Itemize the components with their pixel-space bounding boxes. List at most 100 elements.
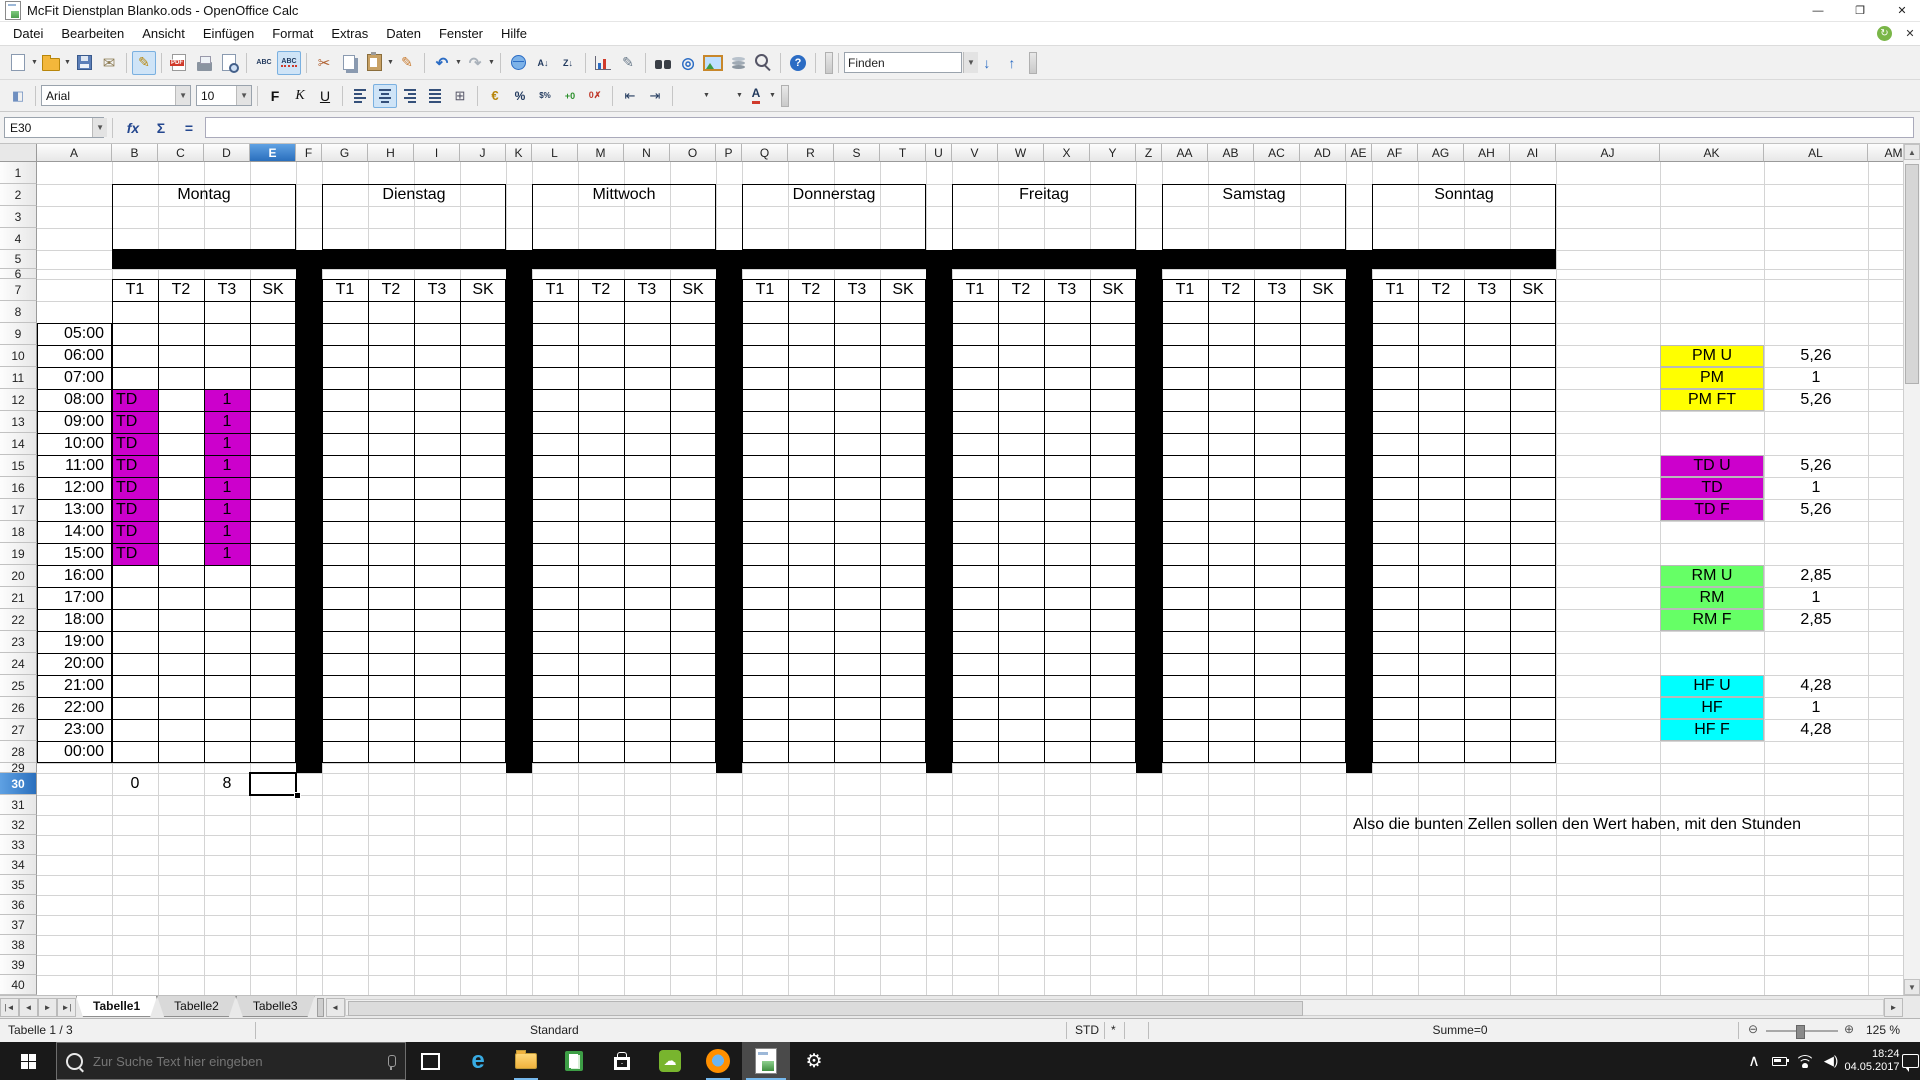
paste-icon[interactable] <box>362 51 386 75</box>
cell-AL16[interactable]: 1 <box>1764 477 1868 499</box>
cell-AL26[interactable]: 1 <box>1764 697 1868 719</box>
cell-A13[interactable]: 09:00 <box>37 411 104 433</box>
row-header-21[interactable]: 21 <box>0 587 37 609</box>
align-right-icon[interactable] <box>398 84 422 108</box>
column-header-AK[interactable]: AK <box>1660 144 1764 162</box>
row-header-1[interactable]: 1 <box>0 162 37 184</box>
store-button[interactable] <box>598 1042 646 1080</box>
column-header-AG[interactable]: AG <box>1418 144 1464 162</box>
row-header-29[interactable]: 29 <box>0 763 37 773</box>
row-header-3[interactable]: 3 <box>0 206 37 228</box>
zoom-slider-thumb[interactable] <box>1796 1025 1805 1039</box>
action-center-button[interactable] <box>1900 1042 1920 1080</box>
open-icon[interactable] <box>39 51 63 75</box>
row-header-13[interactable]: 13 <box>0 411 37 433</box>
column-header-J[interactable]: J <box>460 144 506 162</box>
cell-A24[interactable]: 20:00 <box>37 653 104 675</box>
sheet-tab-tabelle2[interactable]: Tabelle2 <box>157 996 236 1017</box>
merge-cells-icon[interactable]: ⊞ <box>448 84 472 108</box>
wifi-tray[interactable] <box>1792 1042 1818 1080</box>
cloud-app-button[interactable]: ☁ <box>646 1042 694 1080</box>
cell-A25[interactable]: 21:00 <box>37 675 104 697</box>
menu-item-fenster[interactable]: Fenster <box>430 23 492 44</box>
menu-item-einfügen[interactable]: Einfügen <box>194 23 263 44</box>
horizontal-scrollbar[interactable] <box>345 999 1884 1016</box>
menu-item-ansicht[interactable]: Ansicht <box>133 23 194 44</box>
styles-window-icon[interactable]: ◧ <box>6 84 30 108</box>
column-header-O[interactable]: O <box>670 144 716 162</box>
cell-D17[interactable]: 1 <box>204 499 250 521</box>
column-header-E[interactable]: E <box>250 144 296 162</box>
cell-B13[interactable]: TD <box>116 411 156 433</box>
search-input[interactable] <box>91 1053 380 1070</box>
help-icon[interactable]: ? <box>786 51 810 75</box>
row-header-25[interactable]: 25 <box>0 675 37 697</box>
new-document-icon[interactable] <box>6 51 30 75</box>
find-input[interactable] <box>844 52 962 73</box>
column-header-AH[interactable]: AH <box>1464 144 1510 162</box>
copy-icon[interactable] <box>337 51 361 75</box>
cut-icon[interactable]: ✂ <box>312 51 336 75</box>
font-name-select[interactable]: Arial ▼ <box>41 85 191 106</box>
row-header-9[interactable]: 9 <box>0 323 37 345</box>
column-header-AL[interactable]: AL <box>1764 144 1868 162</box>
menu-item-bearbeiten[interactable]: Bearbeiten <box>52 23 133 44</box>
volume-tray[interactable]: ◀) <box>1818 1042 1844 1080</box>
page-style[interactable]: Standard <box>530 1023 579 1037</box>
cell-AL22[interactable]: 2,85 <box>1764 609 1868 631</box>
sheet-tab-tabelle3[interactable]: Tabelle3 <box>236 996 315 1017</box>
row-header-16[interactable]: 16 <box>0 477 37 499</box>
selected-cell-E30[interactable] <box>249 772 297 796</box>
last-sheet-icon[interactable]: ►| <box>57 998 76 1017</box>
cell-D14[interactable]: 1 <box>204 433 250 455</box>
zoom-out-icon[interactable]: ⊖ <box>1748 1022 1758 1036</box>
cell-A12[interactable]: 08:00 <box>37 389 104 411</box>
vertical-scroll-thumb[interactable] <box>1905 164 1919 384</box>
column-header-C[interactable]: C <box>158 144 204 162</box>
row-header-37[interactable]: 37 <box>0 915 37 935</box>
currency-icon[interactable]: € <box>483 84 507 108</box>
scroll-up-icon[interactable]: ▲ <box>1904 144 1920 160</box>
cell-AL12[interactable]: 5,26 <box>1764 389 1868 411</box>
menu-item-format[interactable]: Format <box>263 23 322 44</box>
send-email-icon[interactable]: ✉ <box>97 51 121 75</box>
insert-chart-icon[interactable] <box>591 51 615 75</box>
delete-decimal-icon[interactable]: 0✗ <box>583 84 607 108</box>
zoom-in-icon[interactable]: ⊕ <box>1844 1022 1854 1036</box>
data-sources-icon[interactable] <box>726 51 750 75</box>
save-icon[interactable] <box>72 51 96 75</box>
start-button[interactable] <box>0 1042 56 1080</box>
clock-tray[interactable]: 18:24 04.05.2017 <box>1844 1042 1900 1080</box>
tab-splitter[interactable] <box>317 998 324 1017</box>
row-header-10[interactable]: 10 <box>0 345 37 367</box>
cell-A14[interactable]: 10:00 <box>37 433 104 455</box>
cell-A9[interactable]: 05:00 <box>37 323 104 345</box>
column-header-S[interactable]: S <box>834 144 880 162</box>
microphone-icon[interactable] <box>388 1055 396 1067</box>
row-header-31[interactable]: 31 <box>0 795 37 815</box>
cell-B12[interactable]: TD <box>116 389 156 411</box>
row-header-23[interactable]: 23 <box>0 631 37 653</box>
page-preview-icon[interactable] <box>217 51 241 75</box>
green-book-app-button[interactable] <box>550 1042 598 1080</box>
cell-AK12[interactable]: PM FT <box>1660 389 1764 411</box>
cell-A26[interactable]: 22:00 <box>37 697 104 719</box>
cell-AK22[interactable]: RM F <box>1660 609 1764 631</box>
sum-icon[interactable]: Σ <box>149 116 173 140</box>
formula-input[interactable] <box>205 117 1914 138</box>
row-header-34[interactable]: 34 <box>0 855 37 875</box>
column-header-AI[interactable]: AI <box>1510 144 1556 162</box>
row-header-18[interactable]: 18 <box>0 521 37 543</box>
row-header-32[interactable]: 32 <box>0 815 37 835</box>
cell-A21[interactable]: 17:00 <box>37 587 104 609</box>
auto-spellcheck-icon[interactable]: ABC <box>277 51 301 75</box>
menu-item-daten[interactable]: Daten <box>377 23 430 44</box>
export-pdf-icon[interactable] <box>167 51 191 75</box>
column-header-A[interactable]: A <box>37 144 112 162</box>
increase-indent-icon[interactable]: ⇥ <box>643 84 667 108</box>
spreadsheet-grid[interactable]: ABCDEFGHIJKLMNOPQRSTUVWXYZAAABACADAEAFAG… <box>0 144 1903 995</box>
column-header-F[interactable]: F <box>296 144 322 162</box>
align-left-icon[interactable] <box>348 84 372 108</box>
percent-icon[interactable]: % <box>508 84 532 108</box>
task-view-button[interactable] <box>406 1042 454 1080</box>
